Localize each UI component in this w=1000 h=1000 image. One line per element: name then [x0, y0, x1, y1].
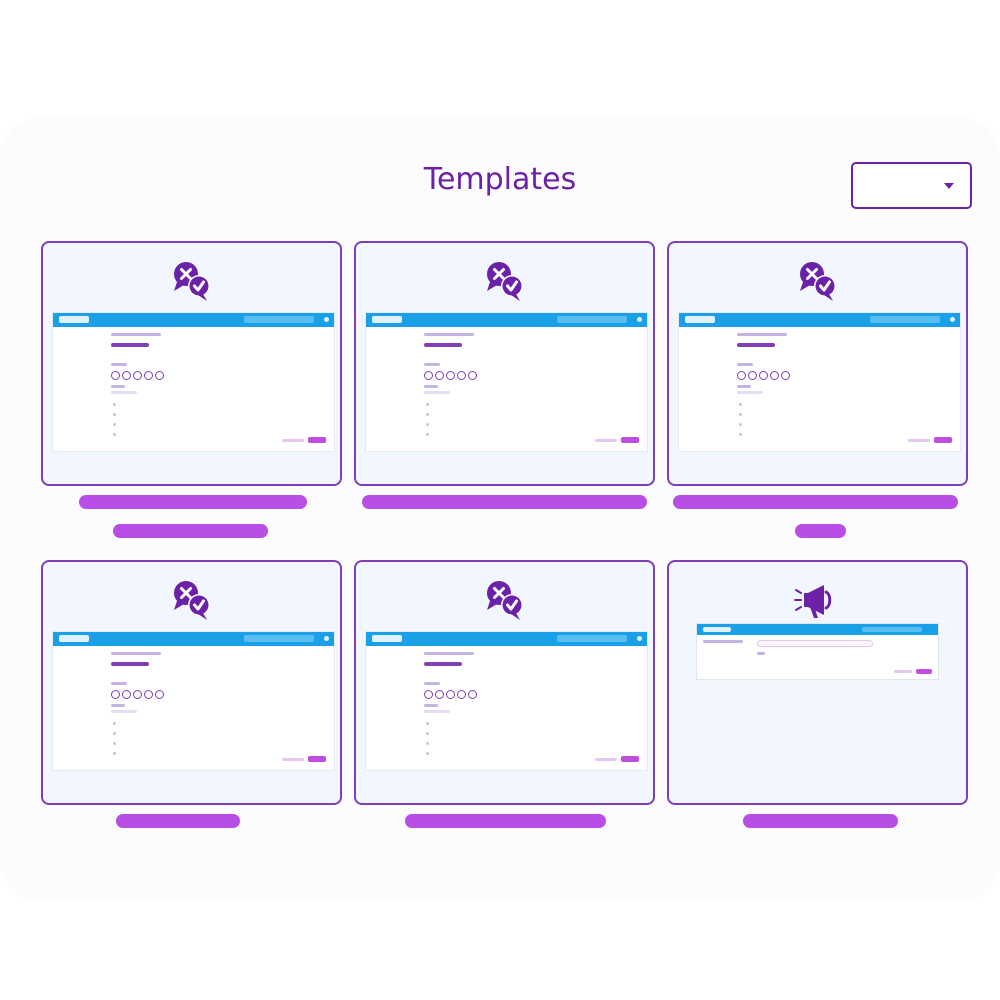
megaphone-icon — [793, 585, 831, 618]
template-preview — [53, 632, 334, 770]
template-preview — [679, 313, 960, 451]
template-preview — [697, 624, 938, 679]
template-preview — [366, 313, 647, 451]
filter-dropdown[interactable] — [851, 162, 972, 209]
template-title-placeholder — [743, 814, 898, 828]
template-card[interactable] — [667, 241, 968, 486]
page-title: Templates — [423, 162, 577, 197]
template-card[interactable] — [354, 241, 655, 486]
template-preview — [53, 313, 334, 451]
poll-cross-check-icon — [173, 581, 210, 620]
template-card[interactable] — [41, 560, 342, 805]
chevron-down-icon — [944, 183, 954, 189]
template-title-placeholder — [405, 814, 606, 828]
poll-cross-check-icon — [799, 262, 836, 301]
template-title-placeholder — [116, 814, 240, 828]
template-card[interactable] — [667, 560, 968, 805]
template-subtitle-placeholder — [795, 524, 846, 538]
template-title-placeholder — [673, 495, 958, 509]
template-card[interactable] — [41, 241, 342, 486]
poll-cross-check-icon — [173, 262, 210, 301]
template-preview — [366, 632, 647, 770]
template-title-placeholder — [79, 495, 307, 509]
template-card[interactable] — [354, 560, 655, 805]
template-title-placeholder — [362, 495, 647, 509]
poll-cross-check-icon — [486, 581, 523, 620]
template-subtitle-placeholder — [113, 524, 268, 538]
poll-cross-check-icon — [486, 262, 523, 301]
